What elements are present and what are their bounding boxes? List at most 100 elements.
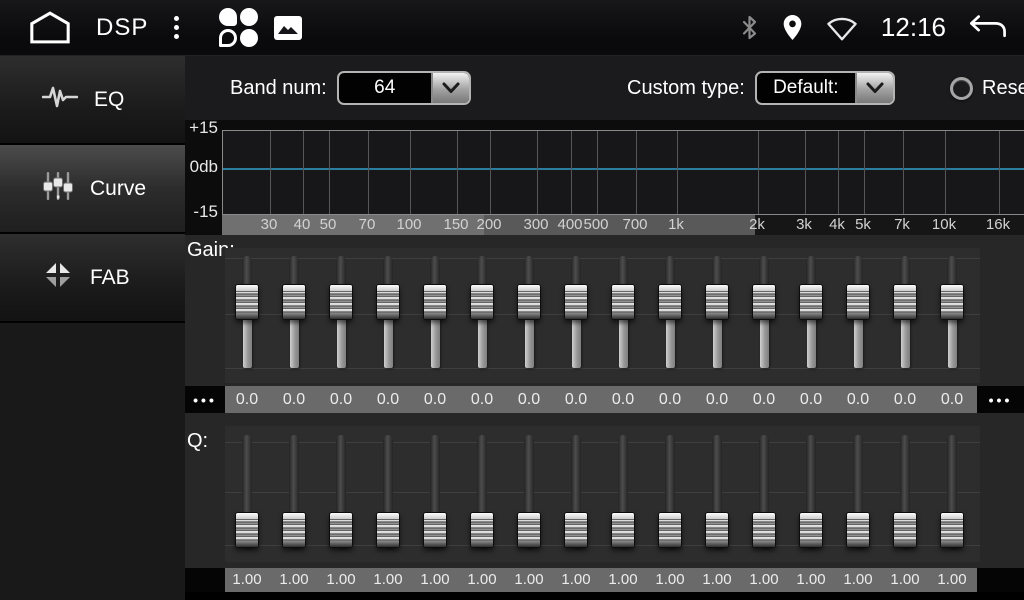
slider-knob[interactable]: [282, 284, 306, 320]
slider-knob[interactable]: [705, 512, 729, 548]
gain-slider[interactable]: [282, 256, 306, 368]
location-icon: [782, 14, 803, 41]
chevron-down-icon[interactable]: [855, 73, 893, 103]
q-slider[interactable]: [705, 435, 729, 548]
freq-gridline: [945, 131, 946, 214]
gain-slider[interactable]: [658, 256, 682, 368]
q-value: 1.00: [788, 568, 835, 592]
gain-slider[interactable]: [940, 256, 964, 368]
dsp-app-screen: DSP 12:16: [0, 0, 1024, 600]
band-num-select[interactable]: 64: [337, 71, 471, 105]
gain-values-row: ••• 0.00.00.00.00.00.00.00.00.00.00.00.0…: [185, 386, 1024, 413]
apps-clover-icon[interactable]: [217, 7, 259, 49]
slider-knob[interactable]: [611, 512, 635, 548]
slider-knob[interactable]: [940, 512, 964, 548]
slider-knob[interactable]: [235, 512, 259, 548]
sidebar-item-fab[interactable]: FAB: [0, 234, 185, 323]
slider-knob[interactable]: [423, 512, 447, 548]
custom-type-select[interactable]: Default:: [755, 71, 895, 105]
slider-knob[interactable]: [564, 284, 588, 320]
gain-slider[interactable]: [752, 256, 776, 368]
slider-knob[interactable]: [752, 512, 776, 548]
freq-tick-label: 200: [467, 215, 511, 235]
sidebar-item-label: EQ: [94, 88, 124, 112]
slider-knob[interactable]: [564, 512, 588, 548]
gain-more-right-button[interactable]: •••: [977, 386, 1024, 413]
slider-knob[interactable]: [329, 284, 353, 320]
q-slider[interactable]: [282, 435, 306, 548]
q-slider[interactable]: [376, 435, 400, 548]
gain-slider[interactable]: [799, 256, 823, 368]
gain-value: 0.0: [929, 386, 976, 413]
slider-knob[interactable]: [282, 512, 306, 548]
slider-knob[interactable]: [470, 512, 494, 548]
q-slider[interactable]: [517, 435, 541, 548]
slider-knob[interactable]: [846, 284, 870, 320]
q-slider[interactable]: [846, 435, 870, 548]
q-value: 1.00: [412, 568, 459, 592]
slider-knob[interactable]: [940, 284, 964, 320]
gain-slider[interactable]: [705, 256, 729, 368]
gain-slider[interactable]: [329, 256, 353, 368]
slider-knob[interactable]: [846, 512, 870, 548]
gallery-icon[interactable]: [273, 15, 303, 41]
slider-knob[interactable]: [329, 512, 353, 548]
gain-slider[interactable]: [423, 256, 447, 368]
q-value: 1.00: [882, 568, 929, 592]
slider-knob[interactable]: [423, 284, 447, 320]
q-slider[interactable]: [423, 435, 447, 548]
slider-knob[interactable]: [376, 512, 400, 548]
q-slider[interactable]: [611, 435, 635, 548]
band-num-group: Band num: 64: [230, 56, 471, 120]
menu-dots-icon[interactable]: [170, 12, 183, 43]
back-icon[interactable]: [968, 14, 1010, 41]
slider-knob[interactable]: [658, 284, 682, 320]
q-slider[interactable]: [799, 435, 823, 548]
gain-slider[interactable]: [564, 256, 588, 368]
slider-knob[interactable]: [799, 512, 823, 548]
home-icon[interactable]: [28, 10, 72, 45]
freq-gridline: [903, 131, 904, 214]
slider-knob[interactable]: [893, 512, 917, 548]
q-slider[interactable]: [893, 435, 917, 548]
q-slider[interactable]: [940, 435, 964, 548]
chevron-down-icon[interactable]: [431, 73, 469, 103]
slider-knob[interactable]: [376, 284, 400, 320]
slider-knob[interactable]: [611, 284, 635, 320]
sidebar-item-eq[interactable]: EQ: [0, 56, 185, 145]
slider-knob[interactable]: [893, 284, 917, 320]
slider-knob[interactable]: [517, 512, 541, 548]
gain-slider[interactable]: [846, 256, 870, 368]
slider-knob[interactable]: [799, 284, 823, 320]
sidebar-item-curve[interactable]: Curve: [0, 145, 185, 234]
q-slider[interactable]: [564, 435, 588, 548]
slider-knob[interactable]: [517, 284, 541, 320]
slider-knob[interactable]: [235, 284, 259, 320]
gain-slider[interactable]: [470, 256, 494, 368]
slider-knob[interactable]: [470, 284, 494, 320]
q-slider[interactable]: [658, 435, 682, 548]
gain-slider[interactable]: [235, 256, 259, 368]
q-value: 1.00: [929, 568, 976, 592]
q-slider[interactable]: [470, 435, 494, 548]
q-slider[interactable]: [329, 435, 353, 548]
slider-knob[interactable]: [752, 284, 776, 320]
gain-slider[interactable]: [611, 256, 635, 368]
freq-gridline: [636, 131, 637, 214]
reset-radio-button[interactable]: [950, 77, 973, 100]
q-slider[interactable]: [235, 435, 259, 548]
freq-tick-label: 70: [345, 215, 389, 235]
freq-tick-label: 7k: [880, 215, 924, 235]
q-value: 1.00: [647, 568, 694, 592]
q-label: Q:: [187, 430, 208, 453]
sidebar: EQ Curve: [0, 56, 185, 600]
slider-knob[interactable]: [705, 284, 729, 320]
freq-tick-label: 1k: [654, 215, 698, 235]
gain-more-left-button[interactable]: •••: [185, 386, 225, 413]
slider-knob[interactable]: [658, 512, 682, 548]
gain-slider[interactable]: [376, 256, 400, 368]
gain-slider[interactable]: [517, 256, 541, 368]
custom-type-value: Default:: [757, 73, 855, 103]
gain-slider[interactable]: [893, 256, 917, 368]
q-slider[interactable]: [752, 435, 776, 548]
